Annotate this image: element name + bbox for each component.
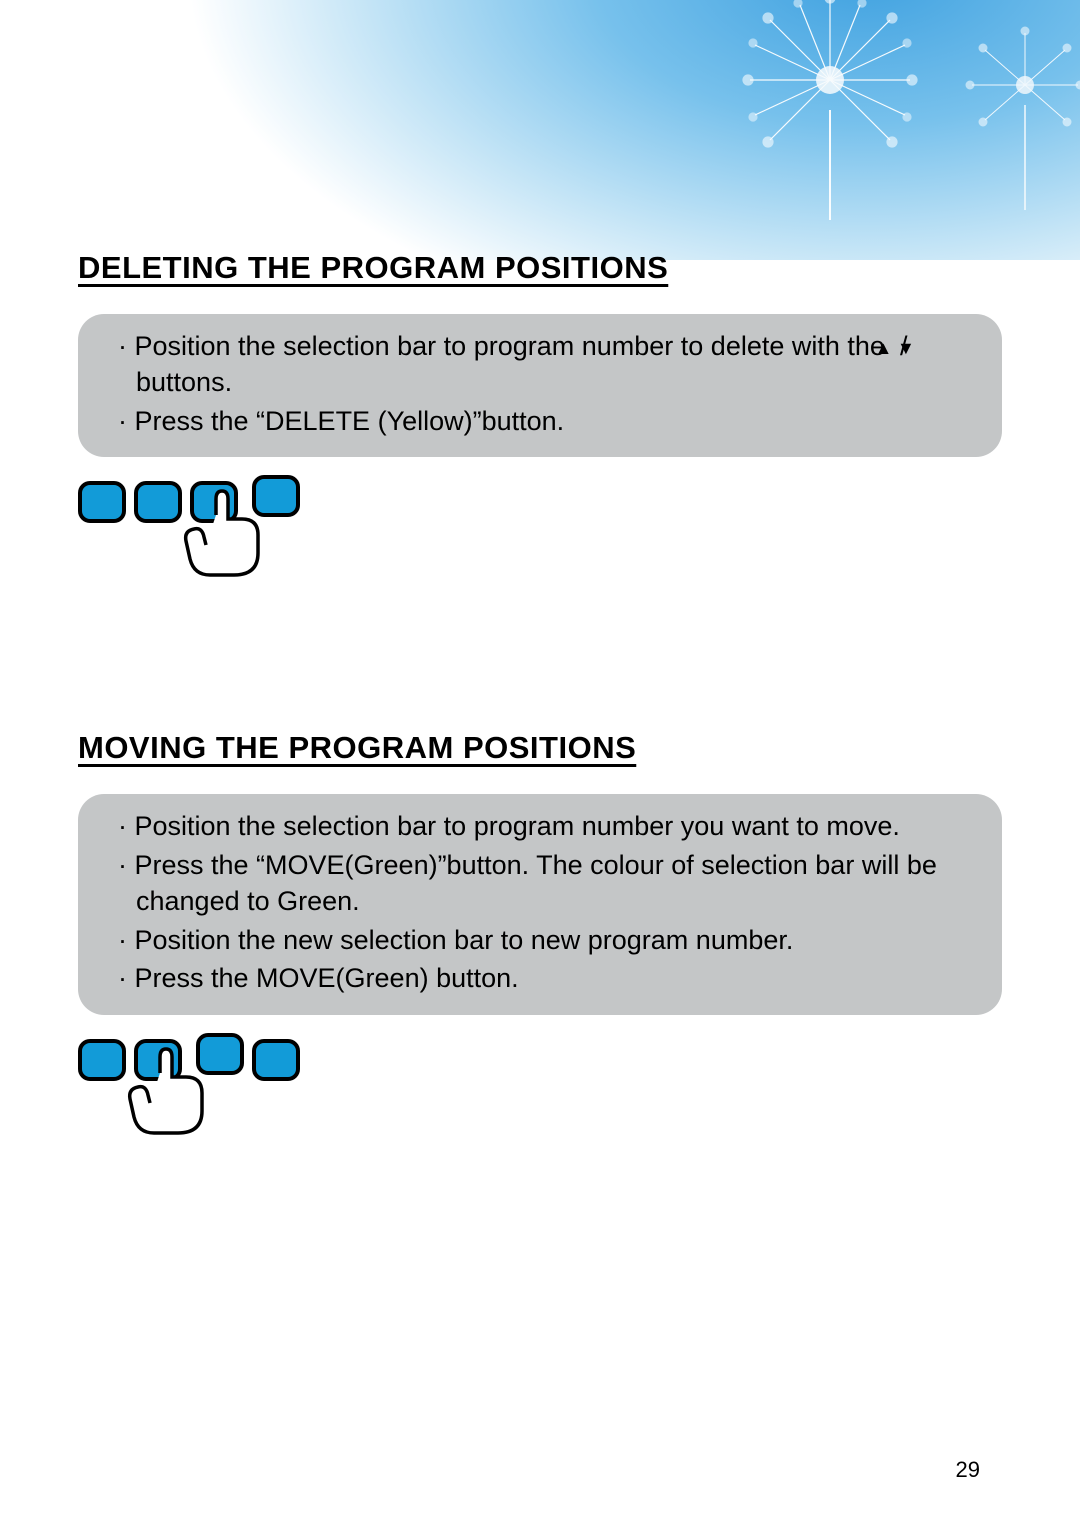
instruction-line: · Position the new selection bar to new … bbox=[118, 922, 980, 958]
instruction-text: buttons. bbox=[136, 367, 232, 397]
instruction-text: · Position the selection bar to program … bbox=[118, 331, 885, 361]
button-press-illustration-delete bbox=[78, 475, 1002, 590]
page-content: DELETING THE PROGRAM POSITIONS · Positio… bbox=[0, 0, 1080, 1148]
instruction-line: · Press the “DELETE (Yellow)”button. bbox=[118, 403, 980, 439]
instruction-box-delete: · Position the selection bar to program … bbox=[78, 314, 1002, 457]
instruction-box-move: · Position the selection bar to program … bbox=[78, 794, 1002, 1014]
instruction-text: · Position the new selection bar to new … bbox=[118, 925, 793, 955]
instruction-line: · Press the “MOVE(Green)”button. The col… bbox=[118, 847, 980, 920]
instruction-text: · Press the MOVE(Green) button. bbox=[118, 963, 519, 993]
button-press-illustration-move bbox=[78, 1033, 1002, 1148]
instruction-text: · Position the selection bar to program … bbox=[118, 811, 900, 841]
instruction-line: · Position the selection bar to program … bbox=[118, 808, 980, 844]
instruction-text: · Press the “DELETE (Yellow)”button. bbox=[118, 406, 564, 436]
instruction-line: · Position the selection bar to program … bbox=[118, 328, 980, 401]
instruction-text: · Press the “MOVE(Green)”button. The col… bbox=[118, 850, 937, 916]
instruction-line: · Press the MOVE(Green) button. bbox=[118, 960, 980, 996]
section-heading-move: MOVING THE PROGRAM POSITIONS bbox=[78, 730, 1002, 766]
section-heading-delete: DELETING THE PROGRAM POSITIONS bbox=[78, 250, 1002, 286]
page-number: 29 bbox=[956, 1457, 980, 1483]
